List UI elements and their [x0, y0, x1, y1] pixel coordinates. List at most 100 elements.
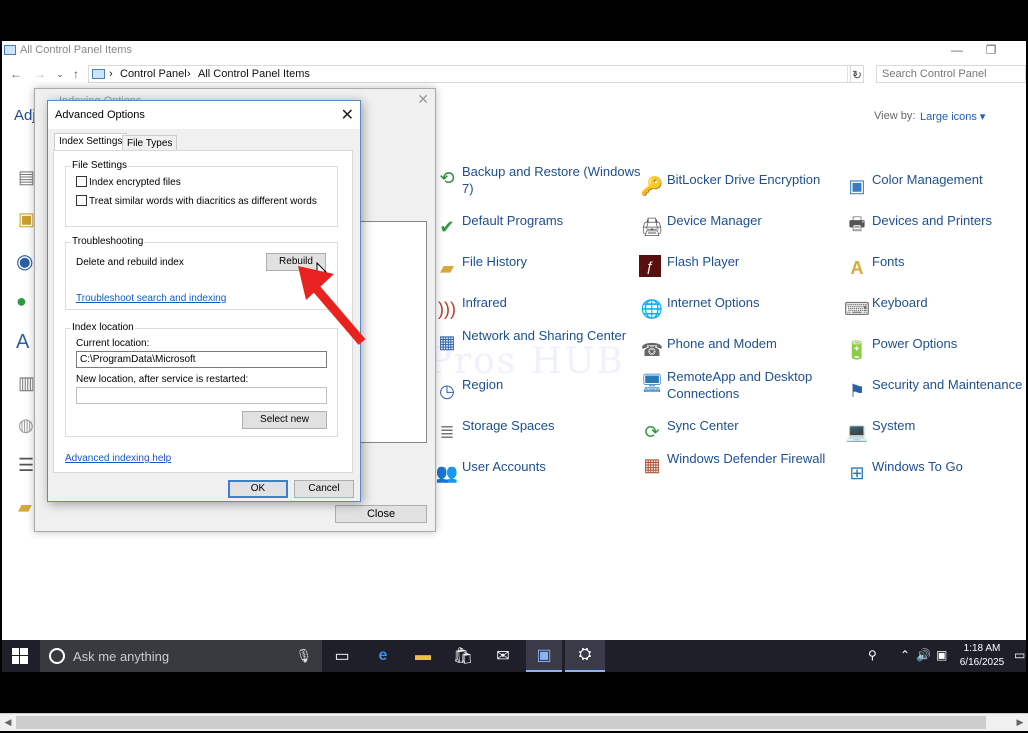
chevron-up-icon[interactable]: ⌃: [900, 648, 910, 662]
scroll-thumb[interactable]: [16, 716, 986, 729]
restore-button[interactable]: ❐: [974, 41, 1008, 61]
store-icon[interactable]: 🛍: [445, 640, 481, 672]
cp-item-devices-printers[interactable]: 🖶 Devices and Printers: [844, 212, 1028, 252]
tab-file-types[interactable]: File Types: [122, 135, 178, 151]
cp-item-file-history[interactable]: ▰ File History: [434, 253, 634, 293]
tab-index-settings[interactable]: Index Settings: [54, 133, 128, 151]
cp-item-fonts[interactable]: A Fonts: [844, 253, 1028, 293]
cp-item-bitlocker[interactable]: 🔑 BitLocker Drive Encryption: [639, 171, 839, 211]
volume-icon[interactable]: 🔊: [916, 648, 931, 662]
close-button[interactable]: Close: [335, 505, 427, 523]
delete-rebuild-label: Delete and rebuild index: [76, 257, 184, 268]
color-management-icon: ▣: [848, 175, 866, 196]
windows-logo-icon: [12, 648, 28, 664]
infrared-icon: ))): [438, 298, 456, 319]
cp-item-windows-to-go[interactable]: ⊞ Windows To Go: [844, 458, 1028, 498]
cp-item-firewall[interactable]: ▦ Windows Defender Firewall: [639, 450, 839, 490]
control-panel-icon: [92, 69, 105, 79]
clock[interactable]: 1:18 AM 6/16/2025: [952, 642, 1012, 670]
checkbox-box[interactable]: [76, 195, 87, 206]
bitlocker-icon: 🔑: [640, 175, 664, 196]
cp-item-internet-options[interactable]: 🌐 Internet Options: [639, 294, 839, 334]
firewall-icon: ▦: [643, 454, 661, 475]
address-bar[interactable]: › Control Panel › All Control Panel Item…: [88, 65, 864, 83]
indexing-options-taskbar-icon[interactable]: ⛭: [565, 640, 605, 672]
cp-item-user-accounts[interactable]: 👥 User Accounts: [434, 458, 634, 498]
flash-icon: ƒ: [639, 255, 661, 277]
taskbar-search[interactable]: Ask me anything 🎙: [40, 640, 322, 672]
scroll-right-icon[interactable]: ▶: [1013, 715, 1027, 730]
breadcrumb-control-panel[interactable]: Control Panel: [120, 68, 187, 80]
cp-item-storage[interactable]: ≣ Storage Spaces: [434, 417, 634, 457]
notification-icon[interactable]: ▭: [1014, 648, 1025, 662]
flag-icon: ⚑: [848, 380, 866, 401]
edge-icon[interactable]: e: [365, 640, 401, 672]
partial-icon: ▥: [18, 373, 36, 393]
file-explorer-icon[interactable]: ▬: [405, 640, 441, 672]
keyboard-icon: ⌨: [844, 298, 870, 319]
troubleshoot-link[interactable]: Troubleshoot search and indexing: [76, 293, 226, 304]
window-title: All Control Panel Items: [20, 44, 132, 56]
checkbox-box[interactable]: [76, 176, 87, 187]
cp-item-device-manager[interactable]: 🖨 Device Manager: [639, 212, 839, 252]
partial-icon: ▣: [18, 209, 36, 229]
cancel-button[interactable]: Cancel: [294, 480, 354, 498]
index-encrypted-checkbox[interactable]: Index encrypted files: [76, 176, 181, 188]
task-view-icon[interactable]: ▭: [324, 640, 360, 672]
cp-item-remoteapp[interactable]: 🖥 RemoteApp and Desktop Connections: [639, 368, 839, 408]
cp-item-keyboard[interactable]: ⌨ Keyboard: [844, 294, 1028, 334]
start-button[interactable]: [2, 640, 38, 672]
minimize-button[interactable]: —: [940, 41, 974, 61]
partial-icon: ●: [16, 291, 27, 311]
mail-icon[interactable]: ✉: [485, 640, 521, 672]
search-input[interactable]: Search Control Panel: [876, 65, 1026, 83]
file-history-icon: ▰: [440, 257, 454, 278]
refresh-button[interactable]: ↻: [850, 65, 864, 83]
cortana-icon: [49, 648, 65, 664]
clock-date: 6/16/2025: [959, 657, 1005, 668]
scroll-left-icon[interactable]: ◀: [1, 715, 15, 730]
group-title: File Settings: [71, 160, 129, 171]
network-tray-icon[interactable]: ▣: [936, 648, 947, 662]
cp-item-power-options[interactable]: 🔋 Power Options: [844, 335, 1028, 375]
cp-item-color-management[interactable]: ▣ Color Management: [844, 171, 1028, 211]
people-icon[interactable]: ⚲: [868, 648, 877, 662]
partial-icon: ▰: [18, 497, 32, 517]
ok-button[interactable]: OK: [228, 480, 288, 498]
partial-icon: ◍: [18, 415, 34, 435]
navigation-bar: ← → ⌄ ↑ › Control Panel › All Control Pa…: [2, 65, 1026, 83]
diacritics-checkbox[interactable]: Treat similar words with diacritics as d…: [76, 195, 317, 207]
select-new-button[interactable]: Select new: [242, 411, 327, 429]
close-icon[interactable]: ✕: [341, 105, 354, 125]
printer-icon: 🖶: [848, 214, 866, 234]
backup-icon: ⟲: [439, 167, 455, 188]
device-manager-icon: 🖨: [640, 216, 664, 237]
current-location-label: Current location:: [76, 338, 150, 349]
cp-item-backup[interactable]: ⟲ Backup and Restore (Windows 7): [434, 163, 640, 203]
cp-item-security-maintenance[interactable]: ⚑ Security and Maintenance: [844, 376, 1028, 416]
dialog-title-bar: Advanced Options ✕: [48, 101, 360, 129]
microphone-icon[interactable]: 🎙: [295, 648, 312, 664]
internet-options-icon: 🌐: [640, 298, 664, 319]
recent-locations-icon[interactable]: ⌄: [52, 65, 68, 83]
cp-item-default-programs[interactable]: ✔ Default Programs: [434, 212, 634, 252]
view-by-dropdown[interactable]: Large icons ▾: [920, 110, 985, 123]
cp-item-region[interactable]: ◷ Region: [434, 376, 634, 416]
page-heading: Adj: [14, 107, 36, 124]
fonts-icon: A: [850, 257, 864, 278]
forward-button[interactable]: →: [32, 65, 48, 83]
close-icon[interactable]: ✕: [417, 91, 429, 108]
cp-item-flash-player[interactable]: ƒ Flash Player: [639, 253, 839, 293]
horizontal-scrollbar[interactable]: ◀ ▶: [0, 713, 1028, 731]
taskbar-search-placeholder: Ask me anything: [73, 649, 170, 664]
advanced-indexing-help-link[interactable]: Advanced indexing help: [65, 453, 171, 464]
cp-item-system[interactable]: 💻 System: [844, 417, 1028, 457]
windows-to-go-icon: ⊞: [849, 462, 865, 483]
breadcrumb-all-items[interactable]: All Control Panel Items: [198, 68, 310, 80]
remoteapp-icon: 🖥: [640, 372, 664, 393]
control-panel-taskbar-icon[interactable]: ▣: [526, 640, 562, 672]
up-button[interactable]: ↑: [68, 65, 84, 83]
back-button[interactable]: ←: [8, 65, 24, 83]
annotation-arrow-icon: [298, 266, 366, 345]
view-by-label: View by:: [874, 110, 916, 122]
